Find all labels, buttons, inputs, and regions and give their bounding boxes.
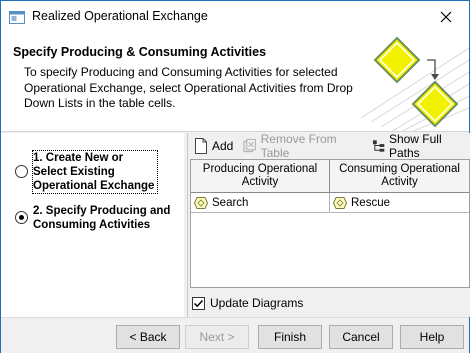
window-title: Realized Operational Exchange	[32, 9, 208, 23]
next-button[interactable]: Next >	[185, 325, 249, 349]
tree-paths-icon	[372, 140, 384, 152]
add-button[interactable]: Add	[194, 136, 233, 156]
close-icon[interactable]	[423, 1, 469, 32]
show-full-paths-button[interactable]: Show Full Paths	[372, 132, 470, 160]
operational-activity-icon	[333, 196, 347, 209]
activities-table: Producing Operational Activity Consuming…	[190, 159, 470, 288]
wizard-header: Specify Producing & Consuming Activities…	[1, 32, 469, 132]
back-button[interactable]: < Back	[116, 325, 180, 349]
help-button[interactable]: Help	[400, 325, 464, 349]
column-header-consuming[interactable]: Consuming Operational Activity	[330, 160, 469, 193]
finish-button[interactable]: Finish	[258, 325, 322, 349]
step-1-radio[interactable]	[15, 165, 28, 178]
remove-from-table-button[interactable]: Remove From Table	[243, 132, 362, 160]
consuming-activity-cell[interactable]: Rescue	[330, 193, 469, 213]
checkmark-icon	[193, 299, 204, 307]
column-header-producing[interactable]: Producing Operational Activity	[191, 160, 330, 193]
activities-panel: Add Remove From Table Show Full Paths Pr…	[187, 132, 470, 317]
update-diagrams-label: Update Diagrams	[210, 296, 304, 310]
table-header: Producing Operational Activity Consuming…	[191, 160, 469, 193]
operational-activity-icon	[194, 196, 208, 209]
page-title: Specify Producing & Consuming Activities	[13, 45, 267, 59]
step-1-label: 1. Create New or Select Existing Operati…	[32, 150, 158, 194]
producing-activity-value: Search	[212, 196, 249, 209]
activity-diagram-illustration	[361, 36, 469, 131]
cancel-button[interactable]: Cancel	[329, 325, 393, 349]
wizard-steps-panel: 1. Create New or Select Existing Operati…	[1, 133, 184, 317]
table-row[interactable]: Search Rescue	[191, 193, 469, 213]
producing-activity-cell[interactable]: Search	[191, 193, 330, 213]
add-label: Add	[212, 139, 234, 153]
app-icon	[9, 9, 25, 25]
consuming-activity-value: Rescue	[351, 196, 390, 209]
update-diagrams-option[interactable]: Update Diagrams	[192, 296, 303, 310]
update-diagrams-checkbox[interactable]	[192, 296, 205, 310]
table-toolbar: Add Remove From Table Show Full Paths	[188, 132, 470, 160]
step-2-radio[interactable]	[15, 211, 28, 224]
button-bar: < Back Next > Finish Cancel Help	[1, 317, 469, 353]
remove-icon	[243, 138, 257, 153]
step-specify-activities[interactable]: 2. Specify Producing and Consuming Activ…	[15, 204, 181, 232]
title-bar: Realized Operational Exchange	[1, 1, 469, 32]
step-create-or-select[interactable]: 1. Create New or Select Existing Operati…	[15, 150, 158, 194]
remove-label: Remove From Table	[260, 132, 337, 160]
page-description: To specify Producing and Consuming Activ…	[24, 65, 353, 110]
show-full-paths-label: Show Full Paths	[388, 132, 442, 160]
step-2-label: 2. Specify Producing and Consuming Activ…	[33, 205, 171, 231]
new-document-icon	[195, 138, 207, 154]
dialog-window: Realized Operational Exchange Specify Pr…	[0, 0, 470, 353]
